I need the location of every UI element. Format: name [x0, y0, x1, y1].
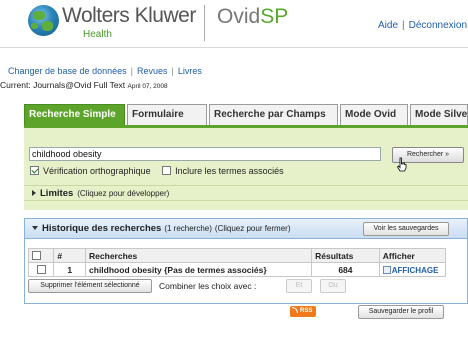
database-nav: Changer de base de données | Revues | Livres: [8, 66, 202, 76]
limits-label: Limites: [40, 188, 74, 199]
tab-recherche-par-champs[interactable]: Recherche par Champs: [209, 104, 338, 125]
product-logo: OvidSP: [217, 5, 289, 28]
search-history-table: # Recherches Résultats Afficher 1 childh…: [27, 248, 447, 277]
related-terms-label: Inclure les termes associés: [175, 166, 284, 176]
select-all-cell: [27, 248, 55, 263]
tab-formulaire[interactable]: Formulaire: [127, 104, 207, 125]
history-actions: Supprimer l'élément sélectionné Combiner…: [28, 279, 446, 295]
column-header-number: #: [53, 248, 87, 263]
search-input[interactable]: childhood obesity: [29, 147, 381, 161]
combine-or-button[interactable]: Ou: [320, 279, 346, 293]
search-history-panel: Historique des recherches (1 recherche) (C…: [24, 218, 468, 304]
logout-link[interactable]: Déconnexion: [409, 20, 467, 31]
limits-toggle[interactable]: Limites (Cliquez pour développer): [32, 188, 169, 199]
history-hint: (Cliquez pour fermer): [214, 224, 291, 233]
search-history-title[interactable]: Historique des recherches (1 recherche) (C…: [32, 223, 290, 234]
row-results: 684: [311, 262, 380, 277]
search-history-header[interactable]: Historique des recherches (1 recherche) (C…: [25, 219, 467, 239]
expand-arrow-icon: [32, 190, 36, 196]
current-database-date: April 07, 2008: [127, 83, 168, 90]
tab-recherche-simple[interactable]: Recherche Simple: [24, 104, 125, 125]
row-query: childhood obesity {Pas de termes associé…: [85, 262, 313, 277]
column-header-searches: Recherches: [85, 248, 313, 263]
header: Wolters Kluwer Health OvidSP Aide | Déconn…: [28, 3, 468, 45]
history-count: (1 recherche): [164, 224, 212, 233]
books-link[interactable]: Livres: [178, 66, 202, 76]
view-saved-button[interactable]: Voir les sauvegardes: [363, 222, 449, 236]
header-divider: [204, 5, 205, 41]
limits-hint: (Cliquez pour développer): [77, 189, 170, 198]
column-header-results: Résultats: [311, 248, 380, 263]
row-number: 1: [53, 262, 87, 277]
current-database: Current: Journals@Ovid Full Text April 0…: [0, 80, 168, 90]
brand-name: Wolters Kluwer: [62, 4, 196, 27]
change-database-link[interactable]: Changer de base de données: [8, 66, 127, 76]
help-link[interactable]: Aide: [378, 20, 398, 31]
row-select-cell: [27, 262, 55, 277]
hand-pointer-cursor-icon: [396, 157, 407, 172]
table-row: 1 childhood obesity {Pas de termes assoc…: [27, 262, 447, 277]
tab-mode-ovid[interactable]: Mode Ovid: [340, 104, 408, 125]
spellcheck-label: Vérification orthographique: [43, 166, 151, 176]
related-terms-checkbox[interactable]: [162, 166, 172, 175]
row-checkbox[interactable]: [36, 264, 46, 274]
journals-link[interactable]: Revues: [137, 66, 168, 76]
save-profile-button[interactable]: Sauvegarder le profil: [358, 305, 444, 319]
collapse-arrow-icon: [32, 226, 38, 230]
row-display-cell: AFFICHAGE: [378, 262, 447, 277]
search-mode-tabs: Recherche Simple Formulaire Recherche pa…: [24, 104, 468, 125]
brand-subtitle: Health: [83, 29, 112, 40]
column-header-display: Afficher: [378, 248, 447, 263]
tab-mode-silverplatter[interactable]: Mode SilverPlatter: [410, 104, 468, 125]
table-header-row: # Recherches Résultats Afficher: [27, 248, 447, 263]
combine-label: Combiner les choix avec :: [159, 281, 257, 291]
display-link[interactable]: AFFICHAGE: [392, 266, 439, 275]
display-icon: [382, 265, 391, 274]
spellcheck-checkbox[interactable]: [30, 166, 39, 175]
basic-search-panel: childhood obesity Rechercher » Vérificat…: [24, 125, 468, 210]
select-all-checkbox[interactable]: [32, 250, 41, 260]
search-options: Vérification orthographique Inclure les …: [30, 166, 293, 176]
rss-icon: [292, 307, 298, 313]
limits-bar[interactable]: Limites (Cliquez pour développer): [24, 185, 468, 201]
top-links: Aide | Déconnexion: [378, 20, 467, 31]
delete-selected-button[interactable]: Supprimer l'élément sélectionné: [28, 279, 152, 293]
wolters-kluwer-globe-logo: [28, 5, 59, 36]
header-divider-line: [0, 47, 468, 48]
rss-button[interactable]: RSS: [290, 306, 316, 317]
combine-and-button[interactable]: Et: [286, 279, 312, 293]
